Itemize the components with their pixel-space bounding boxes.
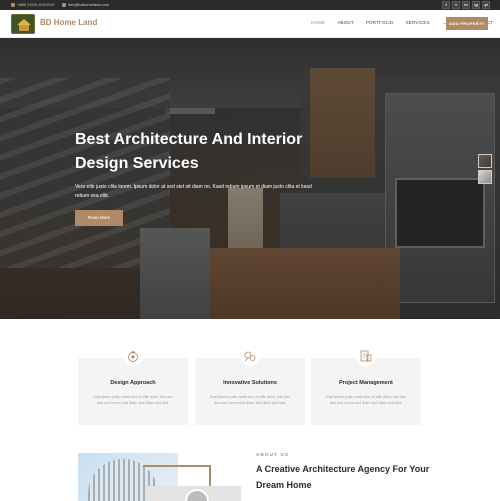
linkedin-icon[interactable]: in <box>462 1 470 9</box>
feature-text: Erat ipsum justo amet duo et elitr dolor… <box>326 395 406 405</box>
hero-description: Vero elitr justo clita lorem. Ipsum dolo… <box>75 184 312 199</box>
feature-text: Erat ipsum justo amet duo et elitr dolor… <box>210 395 290 405</box>
hero-carousel-thumbnails <box>478 154 492 184</box>
feature-text: Erat ipsum justo amet duo et elitr dolor… <box>93 395 173 405</box>
email-contact[interactable]: info@bdhomeland.com <box>62 2 109 7</box>
nav-item-home[interactable]: HOME <box>311 20 325 25</box>
hero-title: Best Architecture And Interior Design Se… <box>75 131 303 172</box>
nav-item-about[interactable]: ABOUT <box>337 20 354 25</box>
social-links: f t in ig yt <box>442 1 490 9</box>
about-image-secondary <box>145 486 241 501</box>
feature-card-innovative-solutions: Innovative Solutions Erat ipsum justo am… <box>195 346 305 425</box>
carousel-thumbnail[interactable] <box>478 170 492 184</box>
features-section: Design Approach Erat ipsum justo amet du… <box>0 319 500 439</box>
nav-item-portfolio[interactable]: PORTFOLIO <box>366 20 394 25</box>
feature-title: Design Approach <box>110 380 156 386</box>
brand-logo[interactable] <box>11 14 35 34</box>
about-section-label: ABOUT US <box>256 452 290 457</box>
carousel-thumbnail[interactable] <box>478 154 492 168</box>
project-management-icon <box>356 346 376 366</box>
email-address: info@bdhomeland.com <box>68 2 110 7</box>
innovative-solutions-icon <box>240 346 260 366</box>
main-navbar: BD Home Land HOME ABOUT PORTFOLIO SERVIC… <box>0 10 500 38</box>
brand-name[interactable]: BD Home Land <box>40 18 97 27</box>
envelope-icon <box>62 2 66 7</box>
phone-number: +880 1XXX-XXXXXX <box>17 2 55 7</box>
twitter-icon[interactable]: t <box>452 1 460 9</box>
feature-card-project-management: Project Management Erat ipsum justo amet… <box>311 346 421 425</box>
about-section-title: A Creative Architecture Agency For Your … <box>256 464 430 490</box>
instagram-icon[interactable]: ig <box>472 1 480 9</box>
feature-card-design-approach: Design Approach Erat ipsum justo amet du… <box>78 346 188 425</box>
hero-section <box>0 38 500 319</box>
feature-title: Innovative Solutions <box>223 380 277 386</box>
phone-icon <box>11 2 15 7</box>
read-more-button[interactable]: Read More <box>75 210 123 226</box>
phone-contact[interactable]: +880 1XXX-XXXXXX <box>11 2 55 7</box>
youtube-icon[interactable]: yt <box>482 1 490 9</box>
add-property-button[interactable]: ADD PROPERTY <box>446 17 488 30</box>
nav-item-services-label: SERVICES <box>405 20 430 25</box>
feature-title: Project Management <box>339 380 393 386</box>
design-approach-icon <box>123 346 143 366</box>
facebook-icon[interactable]: f <box>442 1 450 9</box>
top-bar: +880 1XXX-XXXXXX info@bdhomeland.com f t… <box>0 0 500 10</box>
